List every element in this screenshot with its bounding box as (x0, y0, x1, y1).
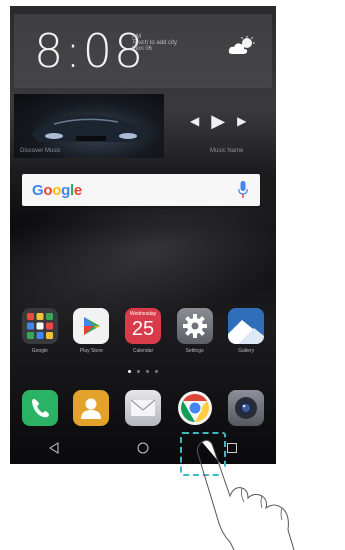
app-google-folder[interactable]: Google (18, 308, 62, 354)
back-icon[interactable] (46, 440, 62, 456)
mic-icon[interactable] (238, 181, 248, 199)
page-dot[interactable] (155, 370, 158, 373)
app-label: Google (31, 348, 48, 354)
google-folder-icon (21, 308, 58, 344)
dock (10, 390, 276, 426)
google-search-bar[interactable]: Google (22, 174, 260, 206)
album-art: Discover Music (14, 94, 164, 158)
page-dot[interactable] (137, 370, 140, 373)
camera-icon (228, 390, 265, 426)
contacts-icon (73, 390, 110, 426)
app-gallery[interactable]: Gallery (224, 308, 268, 354)
gallery-icon (228, 308, 265, 344)
music-controls: ◀ ▶ ▶ (190, 112, 249, 130)
app-play-store[interactable]: Play Store (69, 308, 113, 354)
dock-camera[interactable] (224, 390, 268, 426)
chrome-icon (177, 390, 213, 426)
google-logo-letter: G (32, 182, 44, 199)
calendar-icon: Wednesday 25 (124, 308, 161, 344)
clock-weather-widget[interactable]: 8:08 AM Touch to add city Mon 06 (14, 14, 272, 88)
google-logo-letter: o (52, 182, 62, 199)
cloud-sun-icon (228, 36, 255, 54)
app-label: Play Store (79, 348, 103, 354)
app-label: Gallery (238, 348, 255, 354)
page-indicator (10, 370, 276, 373)
play-store-icon (73, 308, 110, 344)
date-info: AM Touch to add city Mon 06 (132, 34, 177, 52)
next-icon[interactable]: ▶ (237, 115, 249, 127)
page-dot[interactable] (128, 370, 131, 373)
previous-icon[interactable]: ◀ (190, 115, 199, 127)
app-label: Calendar (132, 348, 154, 354)
home-icon[interactable] (135, 440, 151, 456)
clock-time: 8:08 (34, 24, 146, 78)
play-icon[interactable]: ▶ (211, 112, 225, 130)
google-logo-letter: o (43, 182, 53, 199)
app-settings[interactable]: Settings (173, 308, 217, 354)
google-logo-letter: e (73, 182, 82, 199)
google-logo-letter: g (61, 182, 70, 199)
app-calendar[interactable]: Wednesday 25 Calendar (121, 308, 165, 354)
app-row: Google Play Store Wednesday 25 Calendar (10, 308, 276, 354)
page-dot[interactable] (146, 370, 149, 373)
hand-pointer-icon (197, 439, 295, 550)
settings-icon (176, 308, 213, 344)
music-right-label: Music Name (210, 148, 244, 154)
phone-icon (21, 390, 58, 426)
music-widget[interactable]: Discover Music ◀ ▶ ▶ Music Name (14, 94, 272, 158)
dock-chrome[interactable] (173, 390, 217, 426)
calendar-weekday: Wednesday (129, 311, 157, 317)
app-label: Settings (185, 348, 204, 354)
date-line-3: Mon 06 (132, 46, 153, 52)
google-logo: Google (32, 182, 82, 199)
dock-phone[interactable] (18, 390, 62, 426)
messages-icon (124, 390, 161, 426)
phone-screen: 8:08 AM Touch to add city Mon 06 Discove… (10, 6, 276, 464)
calendar-day: 25 (131, 318, 155, 340)
music-left-label: Discover Music (20, 148, 61, 154)
dock-contacts[interactable] (69, 390, 113, 426)
dock-messages[interactable] (121, 390, 165, 426)
